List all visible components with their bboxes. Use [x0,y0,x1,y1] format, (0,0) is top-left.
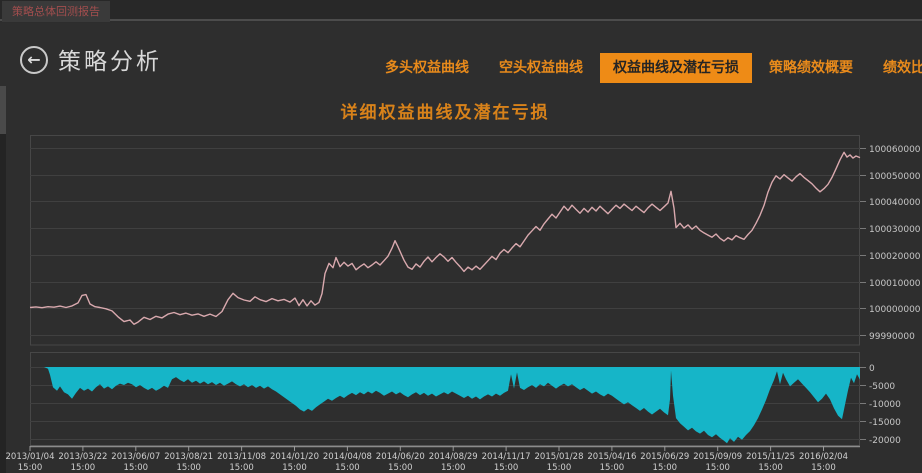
svg-text:2014/06/20: 2014/06/20 [376,452,425,462]
report-tab[interactable]: 策略总体回测报告 [2,1,110,22]
app: { "window": { "tab_title": "策略总体回测报告" },… [0,0,922,473]
svg-text:2015/04/16: 2015/04/16 [587,452,636,462]
svg-text:15:00: 15:00 [547,463,572,473]
nav-tab-2[interactable]: 空头权益曲线 [486,53,596,83]
y-axis-ticks [860,148,866,440]
svg-text:0: 0 [869,364,875,374]
svg-text:2016/02/04: 2016/02/04 [799,452,848,462]
svg-text:2014/08/29: 2014/08/29 [429,452,478,462]
back-button[interactable]: ← [20,46,48,74]
svg-text:15:00: 15:00 [441,463,466,473]
svg-text:2015/11/25: 2015/11/25 [746,452,795,462]
svg-text:100040000: 100040000 [869,198,921,208]
svg-text:2013/06/07: 2013/06/07 [111,452,160,462]
svg-text:2013/08/21: 2013/08/21 [164,452,213,462]
svg-text:100050000: 100050000 [869,172,921,182]
svg-text:15:00: 15:00 [811,463,836,473]
svg-text:100060000: 100060000 [869,145,921,155]
svg-text:100010000: 100010000 [869,279,921,289]
svg-text:15:00: 15:00 [705,463,730,473]
svg-text:2014/01/20: 2014/01/20 [270,452,319,462]
svg-text:99990000: 99990000 [869,332,915,342]
nav-tabs: 多头权益曲线空头权益曲线权益曲线及潜在亏损策略绩效概要绩效比率 [370,53,922,83]
x-axis-labels: 2013/01/0415:002013/03/2215:002013/06/07… [6,452,849,473]
drawdown-area [30,367,860,444]
svg-text:2014/11/17: 2014/11/17 [482,452,531,462]
nav-tab-5[interactable]: 绩效比率 [870,53,922,83]
svg-text:15:00: 15:00 [494,463,519,473]
svg-text:15:00: 15:00 [229,463,254,473]
svg-text:100030000: 100030000 [869,225,921,235]
svg-text:100020000: 100020000 [869,252,921,262]
svg-text:2013/11/08: 2013/11/08 [217,452,266,462]
equity-drawdown-chart: 100060000 100050000 100040000 100030000 1000… [0,128,922,473]
svg-text:15:00: 15:00 [388,463,413,473]
svg-text:-15000: -15000 [869,418,901,428]
nav-tab-4[interactable]: 策略绩效概要 [756,53,866,83]
content-area: ← 策略分析 多头权益曲线空头权益曲线权益曲线及潜在亏损策略绩效概要绩效比率 详… [0,23,922,473]
vertical-scrollbar[interactable] [0,86,6,473]
svg-text:15:00: 15:00 [282,463,307,473]
svg-text:2015/01/28: 2015/01/28 [535,452,584,462]
svg-text:2014/04/08: 2014/04/08 [323,452,372,462]
window-tab-bar: 策略总体回测报告 [0,0,922,22]
chart-canvas: 100060000 100050000 100040000 100030000 1000… [6,135,921,473]
scrollbar-thumb[interactable] [0,86,6,134]
chart-title: 详细权益曲线及潜在亏损 [340,103,550,123]
svg-text:2015/06/29: 2015/06/29 [640,452,689,462]
svg-text:15:00: 15:00 [124,463,149,473]
svg-text:2015/09/09: 2015/09/09 [693,452,742,462]
back-arrow-icon: ← [27,50,41,69]
svg-text:15:00: 15:00 [71,463,96,473]
svg-text:100000000: 100000000 [869,305,921,315]
nav-tab-1[interactable]: 多头权益曲线 [372,53,482,83]
svg-text:15:00: 15:00 [335,463,360,473]
y-axis-labels: 100060000 100050000 100040000 100030000 1000… [869,145,921,446]
svg-text:-10000: -10000 [869,400,901,410]
svg-text:15:00: 15:00 [758,463,783,473]
svg-text:-20000: -20000 [869,436,901,446]
svg-text:15:00: 15:00 [18,463,43,473]
svg-text:2013/01/04: 2013/01/04 [6,452,55,462]
equity-line [29,151,861,326]
svg-text:15:00: 15:00 [176,463,201,473]
page-title: 策略分析 [58,49,162,75]
svg-text:15:00: 15:00 [653,463,678,473]
svg-text:15:00: 15:00 [600,463,625,473]
nav-tab-3[interactable]: 权益曲线及潜在亏损 [600,53,752,83]
svg-text:-5000: -5000 [869,382,895,392]
svg-text:2013/03/22: 2013/03/22 [58,452,107,462]
